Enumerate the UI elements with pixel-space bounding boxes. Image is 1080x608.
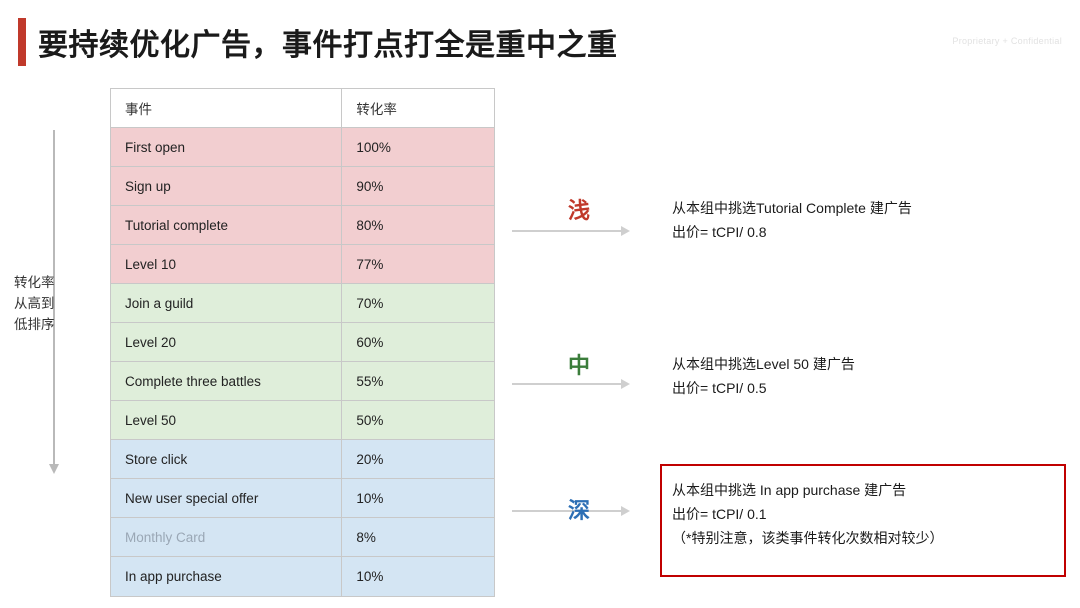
table-row: Tutorial complete 80% [111,206,494,245]
note-shallow-line-1: 从本组中挑选Tutorial Complete 建广告 [672,200,912,216]
note-deep-line-3: （*特别注意，该类事件转化次数相对较少） [672,530,944,546]
table-row: Monthly Card 8% [111,518,494,557]
table-row: In app purchase 10% [111,557,494,596]
cell-event: Tutorial complete [111,206,343,244]
connector-arrow-shallow [512,226,630,236]
cell-event: Level 20 [111,323,343,361]
cell-rate: 70% [356,295,384,311]
axis-label: 转化率 从高到 低排序 [14,272,92,335]
table-row: First open 100% [111,128,494,167]
cell-event: In app purchase [111,557,343,596]
cell-event: Store click [111,440,343,478]
cell-event: First open [111,128,343,166]
column-header-rate: 转化率 [356,102,397,117]
cell-event: Level 10 [111,245,343,283]
cell-rate: 50% [356,412,384,428]
cell-rate: 77% [356,256,384,272]
note-deep: 从本组中挑选 In app purchase 建广告 出价= tCPI/ 0.1… [672,478,943,550]
cell-rate: 10% [356,490,384,506]
depth-label-mid: 中 [568,353,591,378]
title-accent-bar [18,18,26,66]
cell-rate: 10% [356,569,384,584]
confidential-notice: Proprietary + Confidential [952,36,1062,46]
cell-event: Sign up [111,167,343,205]
note-deep-line-1: 从本组中挑选 In app purchase 建广告 [672,482,907,498]
table-row: Complete three battles 55% [111,362,494,401]
table-row: Level 10 77% [111,245,494,284]
cell-event: Level 50 [111,401,343,439]
table-row: Join a guild 70% [111,284,494,323]
table-row: Level 20 60% [111,323,494,362]
events-table: 事件 转化率 First open 100% Sign up 90% Tutor… [110,88,495,597]
cell-event: Complete three battles [111,362,343,400]
cell-rate: 90% [356,178,384,194]
connector-arrow-mid [512,379,630,389]
depth-label-shallow: 浅 [568,198,591,223]
cell-event: Join a guild [111,284,343,322]
depth-label-deep: 深 [568,498,591,523]
note-shallow-line-2: 出价= tCPI/ 0.8 [672,224,767,240]
table-row: Level 50 50% [111,401,494,440]
cell-rate: 100% [356,139,391,155]
axis-label-line-1: 转化率 [14,275,55,290]
table-header-row: 事件 转化率 [111,89,494,128]
table-row: Store click 20% [111,440,494,479]
table-row: Sign up 90% [111,167,494,206]
cell-rate: 20% [356,451,384,467]
note-mid-line-2: 出价= tCPI/ 0.5 [672,380,767,396]
cell-event: New user special offer [111,479,343,517]
column-header-event: 事件 [111,89,343,127]
axis-label-line-3: 低排序 [14,317,55,332]
cell-rate: 8% [356,529,376,545]
cell-rate: 60% [356,334,384,350]
slide-canvas: 要持续优化广告，事件打点打全是重中之重 Proprietary + Confid… [0,0,1080,608]
page-title: 要持续优化广告，事件打点打全是重中之重 [38,29,618,62]
connector-arrow-deep [512,506,630,516]
cell-rate: 80% [356,217,384,233]
note-mid-line-1: 从本组中挑选Level 50 建广告 [672,356,855,372]
note-deep-line-2: 出价= tCPI/ 0.1 [672,506,767,522]
axis-label-line-2: 从高到 [14,296,55,311]
table-row: New user special offer 10% [111,479,494,518]
note-shallow: 从本组中挑选Tutorial Complete 建广告 出价= tCPI/ 0.… [672,196,912,244]
note-mid: 从本组中挑选Level 50 建广告 出价= tCPI/ 0.5 [672,352,855,400]
cell-event: Monthly Card [111,518,343,556]
cell-rate: 55% [356,373,384,389]
